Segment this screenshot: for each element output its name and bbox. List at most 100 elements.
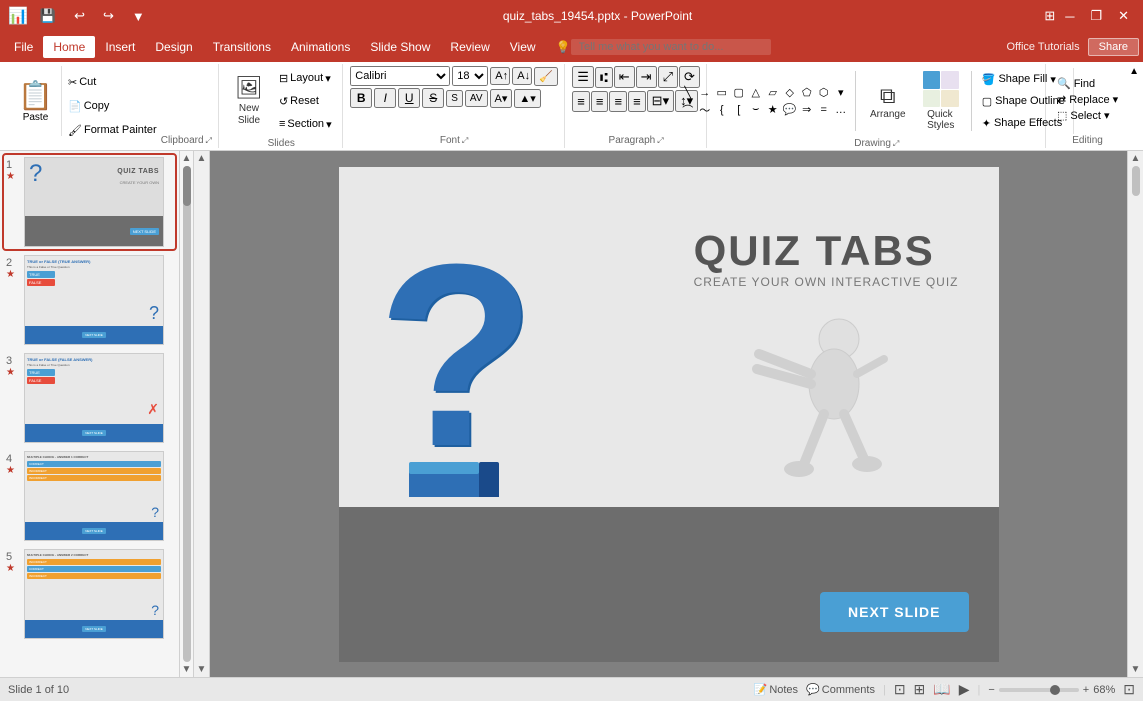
find-button[interactable]: 🔍 Find: [1054, 76, 1121, 91]
underline-button[interactable]: U: [398, 88, 420, 108]
shape-arrow[interactable]: →: [697, 85, 713, 101]
vscroll-left-up[interactable]: ▲: [197, 153, 207, 164]
redo-button[interactable]: ↪: [97, 6, 120, 26]
scroll-down-button[interactable]: ▼: [182, 664, 192, 675]
vscroll-left-down[interactable]: ▼: [197, 664, 207, 675]
notes-button[interactable]: 📝 Notes: [754, 683, 798, 696]
menu-slideshow[interactable]: Slide Show: [360, 36, 440, 58]
shape-hexagon[interactable]: ⬡: [816, 85, 832, 101]
clear-format-button[interactable]: 🧹: [534, 67, 558, 86]
shape-arrow2[interactable]: ⇒: [799, 102, 815, 118]
slide-thumb-2[interactable]: 2 ★ TRUE or FALSE (TRUE ANSWER) This is …: [4, 253, 175, 347]
shape-arc[interactable]: ⌣: [748, 102, 764, 118]
shape-more2[interactable]: …: [833, 102, 849, 118]
shape-pentagon[interactable]: ⬠: [799, 85, 815, 101]
numbering-button[interactable]: ⑆: [595, 67, 613, 88]
shape-diamond[interactable]: ◇: [782, 85, 798, 101]
slideshow-button[interactable]: ▶: [959, 681, 970, 698]
close-button[interactable]: ✕: [1112, 6, 1135, 26]
format-painter-button[interactable]: 🖌 Format Painter: [64, 119, 161, 141]
vscroll-right-thumb[interactable]: [1132, 166, 1140, 196]
scroll-thumb[interactable]: [183, 166, 191, 206]
clipboard-expander[interactable]: ⤢: [206, 136, 212, 146]
align-left-button[interactable]: ≡: [572, 91, 590, 112]
share-button[interactable]: Share: [1088, 38, 1139, 56]
shape-freeform[interactable]: 〜: [697, 102, 713, 118]
char-spacing-button[interactable]: AV: [465, 90, 488, 107]
paste-button[interactable]: 📋 Paste: [10, 66, 62, 136]
new-slide-button[interactable]: 🖼 NewSlide: [227, 66, 271, 136]
menu-design[interactable]: Design: [145, 36, 202, 58]
shadow-button[interactable]: S: [446, 90, 463, 107]
shape-line[interactable]: ╲: [680, 85, 696, 101]
vertical-scrollbar-left[interactable]: ▲ ▼: [194, 151, 210, 677]
bullets-button[interactable]: ☰: [572, 66, 594, 88]
italic-button[interactable]: I: [374, 88, 396, 108]
slide-thumb-5[interactable]: 5 ★ MULTIPLE CHOICE - ANSWER 2 CORRECT I…: [4, 547, 175, 641]
shape-triangle[interactable]: △: [748, 85, 764, 101]
minimize-button[interactable]: ─: [1059, 7, 1080, 26]
comments-button[interactable]: 💬 Comments: [806, 683, 875, 696]
restore-button[interactable]: ❐: [1084, 6, 1108, 26]
copy-button[interactable]: 📄 Copy: [64, 95, 161, 117]
shape-curve[interactable]: ⌒: [680, 102, 696, 118]
zoom-out-button[interactable]: −: [988, 684, 994, 696]
replace-button[interactable]: ⇄ Replace▾: [1054, 92, 1121, 107]
increase-indent-button[interactable]: ⇥: [636, 66, 657, 88]
shape-braces[interactable]: {: [714, 102, 730, 118]
zoom-slider[interactable]: [999, 688, 1079, 692]
columns-button[interactable]: ⊟▾: [647, 90, 674, 112]
font-expander[interactable]: ⤢: [462, 136, 468, 146]
shape-parallelogram[interactable]: ▱: [765, 85, 781, 101]
reading-view-button[interactable]: 📖: [933, 681, 950, 698]
shape-bracket[interactable]: [: [731, 102, 747, 118]
font-shrink-button[interactable]: A↓: [512, 67, 532, 85]
menu-review[interactable]: Review: [440, 36, 499, 58]
shape-more[interactable]: ▾: [833, 85, 849, 101]
menu-insert[interactable]: Insert: [95, 36, 145, 58]
normal-view-button[interactable]: ⊡: [894, 681, 906, 698]
menu-animations[interactable]: Animations: [281, 36, 360, 58]
font-color-button[interactable]: A▾: [490, 89, 513, 108]
text-highlight-button[interactable]: ▲▾: [514, 89, 540, 108]
shape-rect[interactable]: ▭: [714, 85, 730, 101]
layout-button[interactable]: ⊟ Layout▾: [275, 67, 336, 89]
undo-button[interactable]: ↩: [68, 6, 91, 26]
vertical-scrollbar-right[interactable]: ▲ ▼: [1127, 151, 1143, 677]
slides-scrollbar[interactable]: ▲ ▼: [180, 151, 194, 677]
drawing-expander[interactable]: ⤢: [893, 139, 899, 149]
menu-file[interactable]: File: [4, 36, 43, 58]
slide-thumb-3[interactable]: 3 ★ TRUE or FALSE (FALSE ANSWER) This is…: [4, 351, 175, 445]
fit-slide-button[interactable]: ⊡: [1123, 681, 1135, 698]
text-direction-button[interactable]: ⤢: [658, 66, 678, 88]
vscroll-right-down[interactable]: ▼: [1131, 664, 1141, 675]
slide-thumb-4[interactable]: 4 ★ MULTIPLE CHOICE - ANSWER 1 CORRECT C…: [4, 449, 175, 543]
section-button[interactable]: ≡ Section▾: [275, 113, 336, 135]
font-size-select[interactable]: 18: [452, 66, 488, 86]
font-name-select[interactable]: Calibri: [350, 66, 450, 86]
menu-view[interactable]: View: [500, 36, 546, 58]
zoom-in-button[interactable]: +: [1083, 684, 1089, 696]
paragraph-expander[interactable]: ⤢: [657, 136, 663, 146]
shape-roundrect[interactable]: ▢: [731, 85, 747, 101]
align-center-button[interactable]: ≡: [591, 91, 609, 112]
vscroll-right-up[interactable]: ▲: [1131, 153, 1141, 164]
reset-button[interactable]: ↺ Reset: [275, 90, 336, 112]
strikethrough-button[interactable]: S: [422, 88, 444, 108]
menu-transitions[interactable]: Transitions: [203, 36, 281, 58]
slide-sorter-button[interactable]: ⊞: [914, 681, 926, 698]
office-tutorials-link[interactable]: Office Tutorials: [1006, 41, 1079, 53]
save-button[interactable]: 💾: [34, 6, 62, 26]
scroll-up-button[interactable]: ▲: [182, 153, 192, 164]
cut-button[interactable]: ✂ Cut: [64, 71, 161, 93]
align-right-button[interactable]: ≡: [609, 91, 627, 112]
shape-callout[interactable]: 💬: [782, 102, 798, 118]
bold-button[interactable]: B: [350, 88, 372, 108]
select-button[interactable]: ⬚ Select▾: [1054, 108, 1121, 123]
shape-star5[interactable]: ★: [765, 102, 781, 118]
shape-equation[interactable]: =: [816, 102, 832, 118]
menu-home[interactable]: Home: [43, 36, 95, 58]
justify-button[interactable]: ≡: [628, 91, 646, 112]
customize-qat-button[interactable]: ▼: [126, 7, 151, 26]
slide-thumb-1[interactable]: 1 ★ ? QUIZ TABS CREATE YOUR OWN NEXT SLI…: [4, 155, 175, 249]
